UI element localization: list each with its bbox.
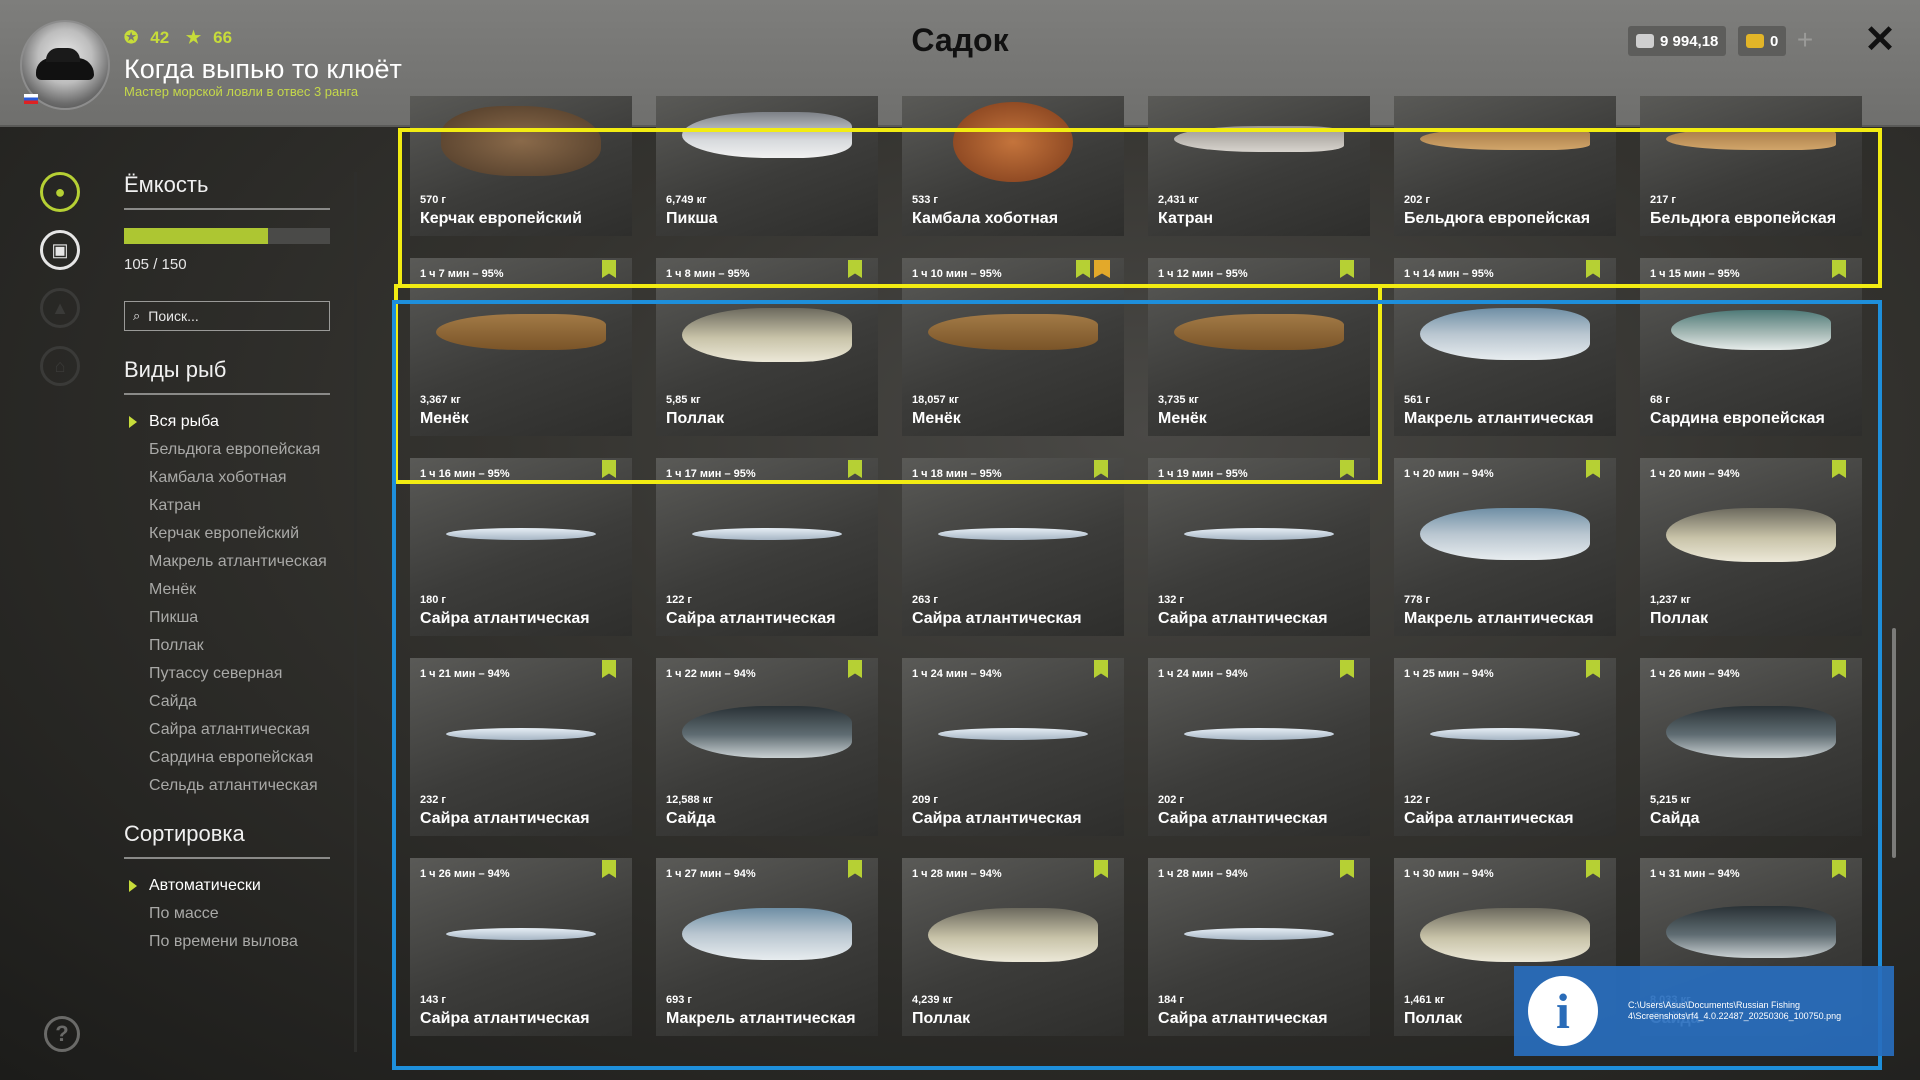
sort-option[interactable]: По времени вылова	[124, 933, 330, 951]
panel-scrollbar[interactable]	[354, 172, 357, 1052]
tent-icon[interactable]: ▲	[40, 288, 80, 328]
species-item[interactable]: Путассу северная	[124, 665, 330, 683]
toast-text: C:\Users\Asus\Documents\Russian Fishing …	[1628, 1000, 1842, 1021]
species-item[interactable]: Сайра атлантическая	[124, 721, 330, 739]
capacity-fill	[124, 228, 269, 244]
sort-option[interactable]: По массе	[124, 905, 330, 923]
capacity-text: 105 / 150	[124, 256, 187, 273]
gold-balance: 0	[1738, 26, 1787, 56]
highlight-yellow-top	[398, 128, 1882, 288]
species-item[interactable]: Пикша	[124, 609, 330, 627]
species-title: Виды рыб	[124, 357, 330, 395]
search-input[interactable]	[146, 307, 321, 325]
bag-icon[interactable]: ▣	[40, 230, 80, 270]
sort-option[interactable]: Автоматически	[124, 877, 330, 895]
sort-title: Сортировка	[124, 821, 330, 859]
capacity-bar	[124, 228, 330, 244]
info-icon: i	[1528, 976, 1598, 1046]
player-rank: Мастер морской ловли в отвес 3 ранга	[124, 84, 359, 99]
species-item[interactable]: Сельдь атлантическая	[124, 777, 330, 795]
species-list: Вся рыба Бельдюга европейская Камбала хобо…	[124, 413, 330, 795]
silver-balance: 9 994,18	[1628, 26, 1727, 56]
grid-scrollbar[interactable]	[1892, 628, 1896, 858]
species-item[interactable]: Поллак	[124, 637, 330, 655]
add-gold-button[interactable]: +	[1790, 26, 1820, 56]
filter-panel: Ёмкость 105 / 150 ⌕ Виды рыб Вся рыба Бел…	[124, 172, 330, 961]
screenshot-toast[interactable]: i C:\Users\Asus\Documents\Russian Fishin…	[1514, 966, 1894, 1056]
highlight-blue	[392, 300, 1882, 1070]
species-item[interactable]: Камбала хоботная	[124, 469, 330, 487]
species-item[interactable]: Сардина европейская	[124, 749, 330, 767]
species-item[interactable]: Керчак европейский	[124, 525, 330, 543]
silver-amount: 9 994,18	[1660, 32, 1719, 50]
capacity-title: Ёмкость	[124, 172, 330, 210]
gold-coins-icon	[1746, 34, 1764, 48]
side-nav: ● ▣ ▲ ⌂	[40, 172, 80, 404]
search-icon: ⌕	[133, 308, 141, 323]
species-item[interactable]: Менёк	[124, 581, 330, 599]
silver-coins-icon	[1636, 34, 1654, 48]
russia-flag-icon	[24, 94, 38, 104]
species-item[interactable]: Сайда	[124, 693, 330, 711]
help-icon[interactable]: ?	[44, 1016, 80, 1052]
species-item[interactable]: Катран	[124, 497, 330, 515]
species-item[interactable]: Бельдюга европейская	[124, 441, 330, 459]
home-icon[interactable]: ⌂	[40, 346, 80, 386]
species-item[interactable]: Макрель атлантическая	[124, 553, 330, 571]
keepnet-fish-icon[interactable]: ●	[40, 172, 80, 212]
car-image	[36, 48, 94, 80]
gold-amount: 0	[1770, 32, 1779, 50]
species-item[interactable]: Вся рыба	[124, 413, 330, 431]
sort-list: Автоматически По массе По времени вылова	[124, 877, 330, 951]
search-box[interactable]: ⌕	[124, 301, 330, 331]
close-button[interactable]: ✕	[1862, 21, 1898, 59]
